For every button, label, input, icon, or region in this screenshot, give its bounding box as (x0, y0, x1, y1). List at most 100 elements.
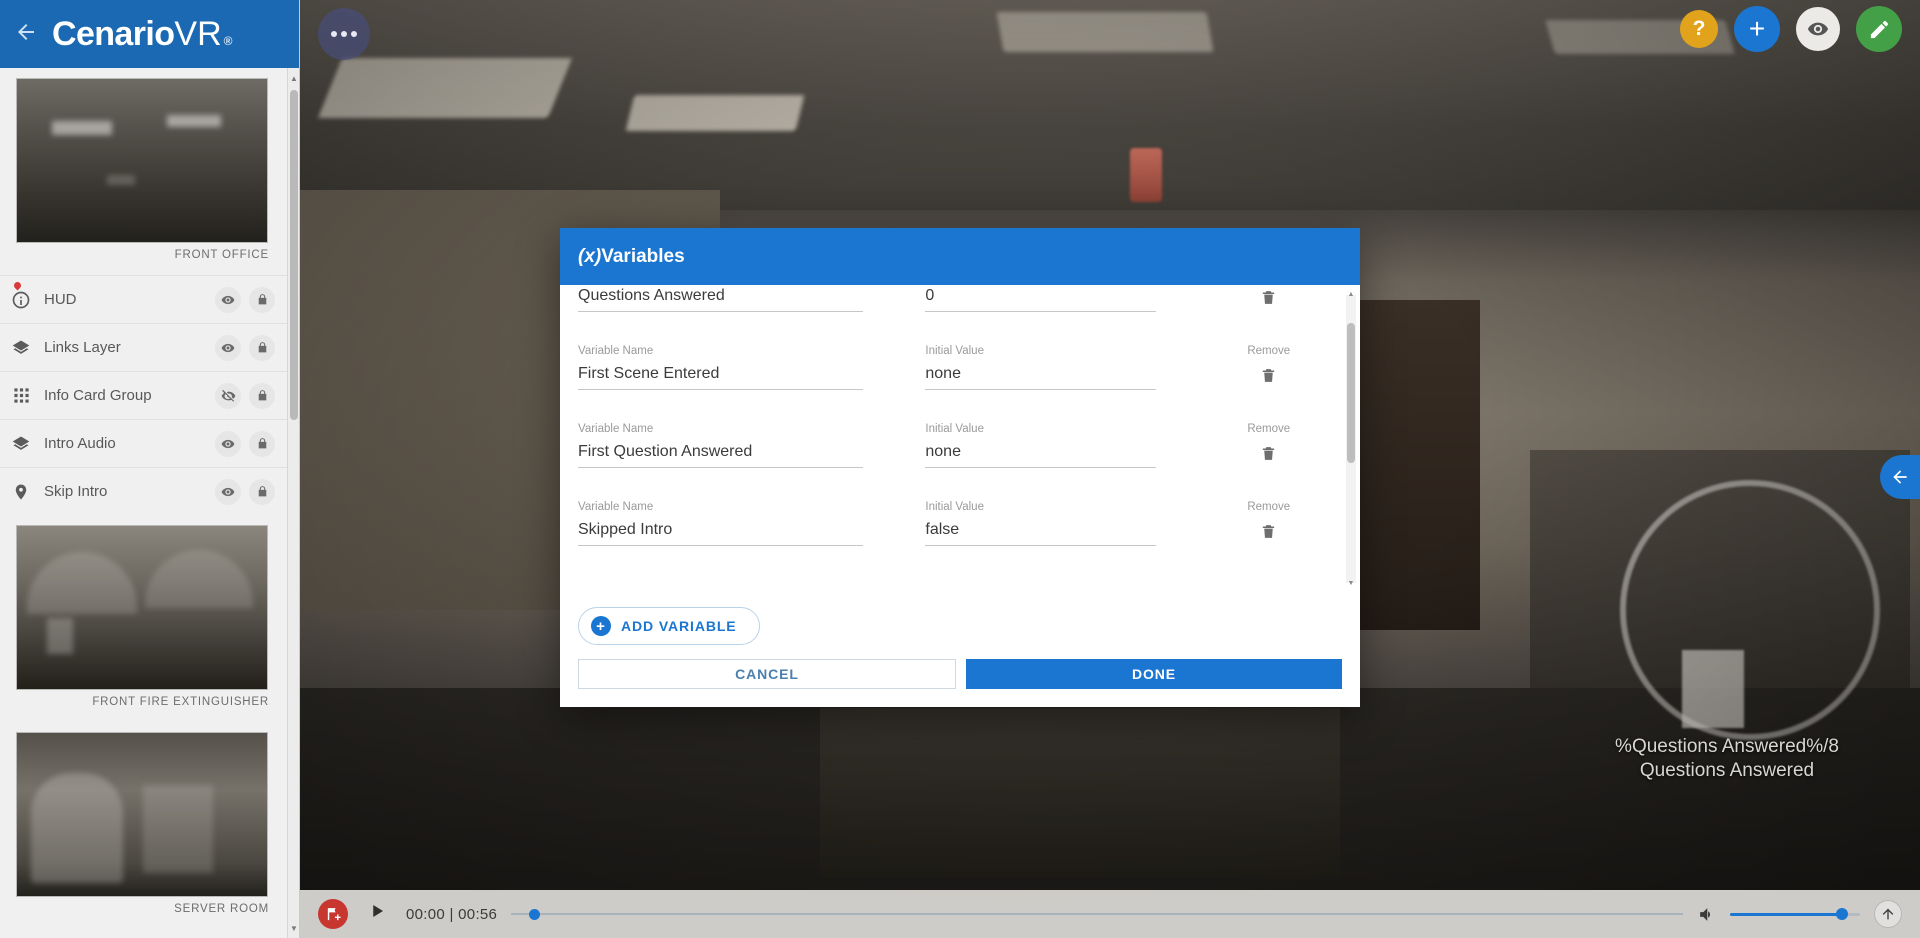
play-button[interactable] (362, 902, 392, 926)
scroll-up-icon[interactable]: ▲ (288, 70, 299, 86)
initial-value-field: Initial Value (925, 345, 1156, 390)
volume-slider[interactable] (1730, 907, 1860, 921)
layer-lock-toggle[interactable] (249, 382, 275, 409)
edit-button[interactable] (1856, 6, 1902, 52)
sidebar-layer-hud[interactable]: HUD (0, 275, 287, 323)
layer-lock-toggle[interactable] (249, 334, 275, 361)
initial-value-input[interactable] (925, 285, 1156, 312)
grid-icon (8, 383, 34, 409)
sidebar-scrollbar[interactable]: ▲ ▼ (287, 68, 299, 938)
variable-name-field: Variable Name (578, 501, 864, 546)
variable-name-input[interactable] (578, 285, 864, 312)
variables-dialog: (x)Variables Variable Name Initial Value… (560, 228, 1360, 707)
remove-variable-button[interactable] (1260, 523, 1277, 545)
dialog-title: Variables (601, 245, 685, 267)
remove-label: Remove (1247, 501, 1291, 513)
back-button[interactable] (14, 20, 38, 48)
initial-value-input[interactable] (925, 361, 1156, 390)
left-sidebar: Cenario VR ® FRONT OFFICE HUD Links Laye… (0, 0, 300, 938)
layer-visibility-toggle[interactable] (215, 430, 241, 457)
scroll-down-icon[interactable]: ▼ (288, 920, 299, 936)
initial-value-input[interactable] (925, 439, 1156, 468)
flag-add-icon (327, 907, 341, 920)
scene-thumbnail-item[interactable]: FRONT FIRE EXTINGUISHER (0, 515, 287, 722)
scene-thumbnail[interactable] (16, 525, 268, 690)
variable-row: Variable Name Initial Value Remove (578, 413, 1324, 491)
initial-value-label: Initial Value (925, 345, 984, 357)
volume-handle[interactable] (1836, 908, 1848, 920)
dialog-footer: + ADD VARIABLE CANCEL DONE (560, 593, 1360, 707)
arrow-left-icon (1893, 470, 1907, 484)
layer-lock-toggle[interactable] (249, 430, 275, 457)
location-pin-icon (8, 479, 34, 505)
remove-variable-button[interactable] (1260, 289, 1277, 311)
layer-visibility-toggle[interactable] (215, 334, 241, 361)
eye-icon (221, 343, 235, 352)
scene-thumbnail[interactable] (16, 78, 268, 243)
trash-icon (1263, 291, 1275, 304)
layer-visibility-toggle[interactable] (215, 382, 241, 409)
layer-visibility-toggle[interactable] (215, 286, 241, 313)
preview-button[interactable] (1796, 7, 1840, 51)
lock-icon (258, 438, 266, 449)
dialog-scrollbar[interactable]: ▲ ▼ (1346, 291, 1356, 587)
sidebar-layer-label: Info Card Group (44, 387, 152, 404)
done-button[interactable]: DONE (966, 659, 1342, 689)
scroll-down-icon[interactable]: ▼ (1346, 580, 1356, 587)
collapse-panel-button[interactable] (1880, 455, 1920, 499)
variables-list: Variable Name Initial Value Remove (560, 285, 1342, 569)
app-logo: Cenario VR ® (52, 15, 232, 54)
scene-thumbnail-item[interactable]: SERVER ROOM (0, 722, 287, 929)
trash-icon (1263, 447, 1275, 460)
layer-lock-toggle[interactable] (249, 286, 275, 313)
timeline-handle[interactable] (529, 908, 541, 920)
variable-row: Variable Name Initial Value Remove (578, 335, 1324, 413)
eye-off-icon (221, 389, 235, 402)
sidebar-layer-links[interactable]: Links Layer (0, 323, 287, 371)
expand-button[interactable] (1874, 900, 1902, 928)
sidebar-layer-intro-audio[interactable]: Intro Audio (0, 419, 287, 467)
dialog-scrollbar-thumb[interactable] (1347, 323, 1355, 463)
pencil-icon (1870, 20, 1888, 38)
sidebar-layer-label: Skip Intro (44, 483, 108, 500)
volume-button[interactable] (1697, 905, 1716, 924)
variable-name-field: Variable Name (578, 423, 864, 468)
sidebar-scrollbar-thumb[interactable] (290, 90, 298, 420)
variable-row: Variable Name Initial Value Remove (578, 491, 1324, 569)
timeline-scrubber[interactable] (511, 907, 1683, 921)
add-marker-button[interactable] (318, 899, 348, 929)
layer-lock-toggle[interactable] (249, 478, 275, 505)
timeline-track[interactable] (511, 913, 1683, 915)
registered-mark: ® (223, 33, 233, 48)
add-variable-button[interactable]: + ADD VARIABLE (578, 607, 760, 645)
lock-icon (258, 486, 266, 497)
brand-header: Cenario VR ® (0, 0, 299, 68)
cancel-button[interactable]: CANCEL (578, 659, 956, 689)
hud-overlay-text: %Questions Answered%/8 Questions Answere… (1615, 736, 1839, 781)
initial-value-input[interactable] (925, 517, 1156, 546)
help-button[interactable]: ? (1680, 10, 1718, 48)
add-button[interactable]: + (1734, 6, 1780, 52)
scene-thumbnail-item[interactable]: FRONT OFFICE (0, 68, 287, 275)
variable-name-label: Variable Name (578, 345, 654, 357)
sidebar-layer-skip-intro[interactable]: Skip Intro (0, 467, 287, 515)
remove-variable-button[interactable] (1260, 367, 1277, 389)
layer-visibility-toggle[interactable] (215, 478, 241, 505)
playback-bar: 00:00 | 00:56 (300, 890, 1920, 938)
variable-name-input[interactable] (578, 439, 864, 468)
scroll-up-icon[interactable]: ▲ (1346, 291, 1356, 298)
variable-name-field: Variable Name (578, 345, 864, 390)
scene-thumbnail-item[interactable] (0, 929, 287, 938)
trash-icon (1263, 525, 1275, 538)
sidebar-layer-label: Intro Audio (44, 435, 116, 452)
scene-more-options-button[interactable] (318, 8, 370, 60)
layer-actions (215, 478, 275, 505)
variable-name-input[interactable] (578, 361, 864, 390)
ellipsis-icon (331, 31, 337, 37)
scene-thumbnail[interactable] (16, 732, 268, 897)
sidebar-layer-info-card-group[interactable]: Info Card Group (0, 371, 287, 419)
dialog-body: Variable Name Initial Value Remove (560, 285, 1360, 593)
variable-name-input[interactable] (578, 517, 864, 546)
lock-icon (258, 390, 266, 401)
remove-variable-button[interactable] (1260, 445, 1277, 467)
